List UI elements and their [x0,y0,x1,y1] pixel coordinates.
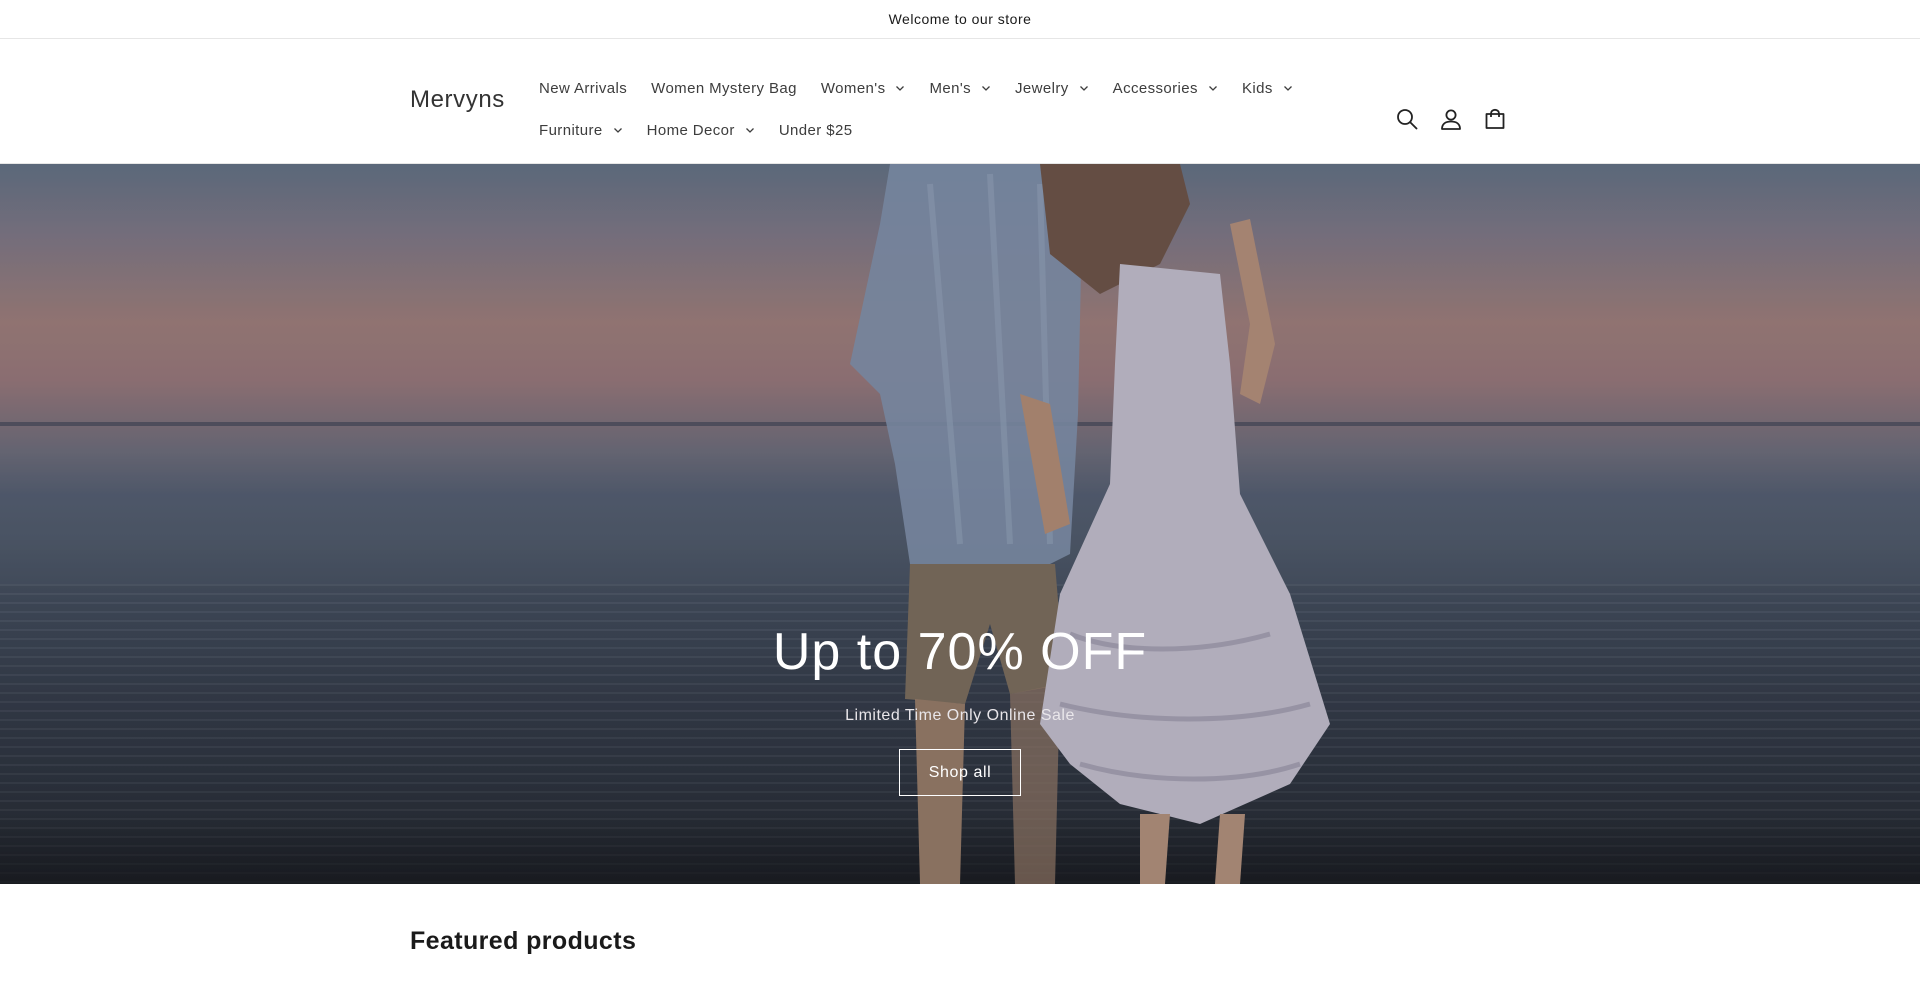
hero-subtitle: Limited Time Only Online Sale [845,707,1075,725]
search-button[interactable] [1385,99,1429,143]
nav-item-label: Jewelry [1015,79,1069,97]
shop-all-button[interactable]: Shop all [899,749,1021,797]
chevron-down-icon [613,125,623,135]
nav-item-womens[interactable]: Women's [809,67,918,109]
account-icon [1440,108,1462,135]
chevron-down-icon [981,83,991,93]
hero-banner: Up to 70% OFF Limited Time Only Online S… [0,164,1920,884]
chevron-down-icon [1283,83,1293,93]
nav-item-label: Men's [929,79,972,97]
nav-item-label: Furniture [539,121,603,139]
nav-item-furniture[interactable]: Furniture [527,109,635,151]
nav-item-accessories[interactable]: Accessories [1101,67,1230,109]
nav-item-label: Kids [1241,79,1273,97]
nav-item-label: Women's [820,79,886,97]
nav-item-new-arrivals[interactable]: New Arrivals [527,67,639,109]
header-icons [1385,99,1517,143]
nav-item-home-decor[interactable]: Home Decor [635,109,767,151]
hero-title: Up to 70% OFF [772,623,1148,681]
announcement-text: Welcome to our store [888,11,1032,27]
main-nav: New Arrivals Women Mystery Bag Women's M… [527,67,1327,151]
search-icon [1396,108,1418,135]
account-button[interactable] [1429,99,1473,143]
nav-item-label: New Arrivals [539,79,628,97]
site-header: Mervyns New Arrivals Women Mystery Bag W… [0,39,1920,164]
nav-item-jewelry[interactable]: Jewelry [1003,67,1101,109]
nav-item-label: Home Decor [646,121,735,139]
nav-item-kids[interactable]: Kids [1230,67,1305,109]
nav-item-label: Accessories [1112,79,1198,97]
chevron-down-icon [745,125,755,135]
cart-button[interactable] [1473,99,1517,143]
announcement-bar: Welcome to our store [0,0,1920,39]
chevron-down-icon [895,83,905,93]
featured-products-heading: Featured products [410,927,637,955]
nav-item-label: Women Mystery Bag [651,79,797,97]
chevron-down-icon [1208,83,1218,93]
store-logo[interactable]: Mervyns [410,86,505,114]
nav-item-mens[interactable]: Men's [917,67,1003,109]
hero-content: Up to 70% OFF Limited Time Only Online S… [0,623,1920,797]
nav-item-women-mystery-bag[interactable]: Women Mystery Bag [639,67,809,109]
nav-item-label: Under $25 [778,121,853,139]
cart-icon [1484,108,1506,135]
nav-item-under-25[interactable]: Under $25 [767,109,865,151]
chevron-down-icon [1079,83,1089,93]
